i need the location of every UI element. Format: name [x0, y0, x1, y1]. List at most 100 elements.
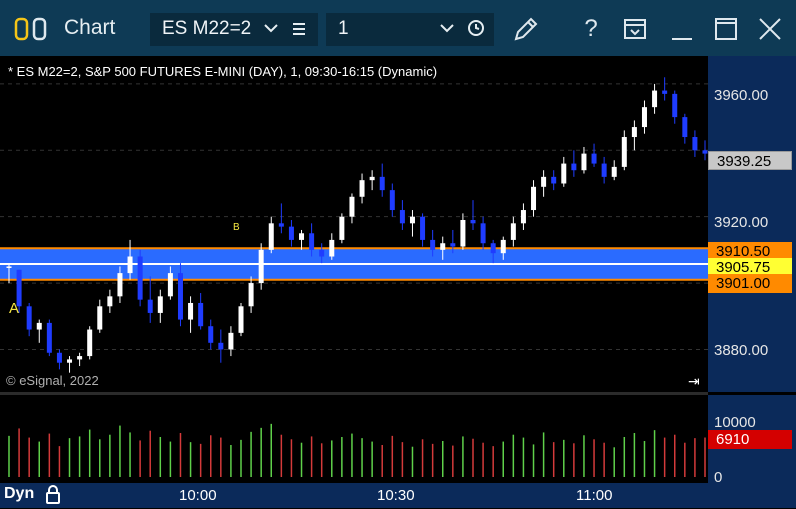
- copyright-label: © eSignal, 2022: [6, 373, 99, 388]
- chevron-down-icon[interactable]: [439, 19, 455, 43]
- candle-body: [662, 90, 668, 94]
- chart-window: Chart ES M22=2 1 ? * ES M22=2, S&P 500 F…: [0, 0, 796, 508]
- volume-tick-10000: 10000: [714, 414, 756, 431]
- candle-body: [137, 256, 143, 300]
- minimize-icon[interactable]: [667, 14, 697, 44]
- title-bar: Chart ES M22=2 1 ?: [0, 0, 796, 56]
- candle-body: [6, 266, 12, 268]
- candle-body: [702, 150, 708, 154]
- price-tick-3920: 3920.00: [714, 214, 769, 231]
- symbol-selector[interactable]: ES M22=2: [150, 13, 318, 46]
- price-tick-3880: 3880.00: [714, 342, 769, 359]
- candle-body: [26, 306, 32, 330]
- candle-body: [591, 153, 597, 164]
- price-pane[interactable]: [0, 56, 708, 392]
- candle-body: [490, 243, 496, 254]
- last-price-tag: 3939.25: [708, 151, 792, 170]
- candle-body: [500, 239, 506, 254]
- candle-body: [561, 163, 567, 184]
- candle-body: [248, 283, 254, 307]
- candle-body: [319, 249, 325, 257]
- candle-body: [430, 239, 436, 250]
- candle-body: [309, 233, 315, 250]
- lock-icon[interactable]: [44, 484, 62, 504]
- list-icon[interactable]: [291, 19, 307, 43]
- candle-body: [107, 296, 113, 307]
- time-tick-1100: 11:00: [576, 487, 613, 504]
- candle-body: [480, 223, 486, 244]
- candle-body: [117, 273, 123, 297]
- marker-a[interactable]: A: [9, 300, 19, 317]
- candle-body: [218, 342, 224, 350]
- candle-body: [238, 306, 244, 333]
- candle-body: [420, 216, 426, 240]
- candle-body: [379, 176, 385, 191]
- candle-body: [682, 117, 688, 138]
- candle-body: [188, 302, 194, 320]
- candle-body: [288, 226, 294, 240]
- marker-b[interactable]: B: [233, 222, 240, 233]
- candle-body: [127, 256, 133, 274]
- candle-body: [339, 216, 345, 240]
- candle-body: [470, 220, 476, 224]
- volume-chart-svg[interactable]: [0, 395, 708, 483]
- candle-body: [692, 137, 698, 151]
- candle-body: [329, 239, 335, 257]
- candle-body: [389, 190, 395, 211]
- layout-toggle-icon[interactable]: [14, 16, 48, 42]
- candle-body: [268, 223, 274, 250]
- volume-pane[interactable]: [0, 395, 708, 483]
- close-icon[interactable]: [755, 14, 785, 44]
- candle-body: [631, 127, 637, 138]
- chart-info-label: * ES M22=2, S&P 500 FUTURES E-MINI (DAY)…: [8, 64, 438, 79]
- candle-body: [551, 176, 557, 184]
- time-tick-1030: 10:30: [377, 487, 415, 504]
- candle-body: [228, 332, 234, 350]
- go-to-end-icon[interactable]: ⇥: [688, 373, 700, 390]
- candle-body: [87, 329, 93, 357]
- candle-body: [278, 223, 284, 227]
- interval-selector[interactable]: 1: [326, 13, 494, 46]
- candle-body: [571, 163, 577, 171]
- clock-icon[interactable]: [467, 19, 485, 43]
- last-volume-tag: 6910: [708, 430, 792, 449]
- candle-body: [601, 163, 607, 177]
- candle-body: [167, 273, 173, 297]
- candle-body: [208, 326, 214, 343]
- candle-body: [409, 216, 415, 224]
- symbol-value: ES M22=2: [162, 18, 252, 39]
- candle-body: [581, 153, 587, 171]
- candle-body: [258, 249, 264, 284]
- candle-body: [399, 210, 405, 224]
- dynamic-mode-label[interactable]: Dyn: [4, 485, 34, 503]
- candle-body: [541, 176, 547, 187]
- candle-body: [36, 322, 42, 330]
- interval-value: 1: [338, 18, 349, 39]
- price-chart-svg[interactable]: [0, 56, 708, 392]
- help-icon[interactable]: ?: [578, 14, 604, 44]
- candle-body: [349, 196, 355, 217]
- maximize-icon[interactable]: [711, 14, 741, 44]
- candle-body: [299, 233, 305, 240]
- candle-body: [46, 322, 52, 353]
- pencil-icon[interactable]: [510, 14, 542, 44]
- candle-body: [510, 223, 516, 240]
- chevron-down-icon[interactable]: [263, 19, 279, 43]
- price-tick-3960: 3960.00: [714, 87, 769, 104]
- candle-body: [198, 302, 204, 327]
- window-save-icon[interactable]: [620, 14, 650, 44]
- candle-body: [67, 359, 73, 363]
- candle-body: [359, 180, 365, 197]
- candle-body: [520, 210, 526, 224]
- candle-body: [621, 137, 627, 167]
- candle-body: [157, 296, 163, 313]
- time-tick-1000: 10:00: [179, 487, 217, 504]
- candle-body: [97, 306, 103, 330]
- candle-body: [460, 220, 466, 247]
- candle-body: [641, 107, 647, 128]
- window-title: Chart: [64, 16, 116, 39]
- candle-body: [56, 352, 62, 363]
- candle-body: [177, 273, 183, 320]
- candle-body: [652, 90, 658, 108]
- candle-body: [369, 176, 375, 181]
